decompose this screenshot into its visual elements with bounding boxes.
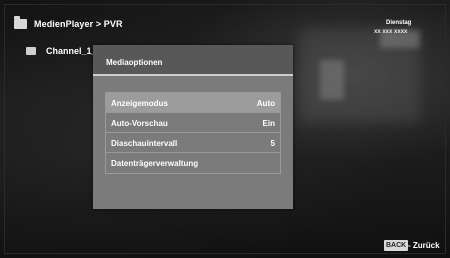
date-day: Dienstag (386, 20, 412, 26)
menu-item-label: Diaschauintervall (111, 139, 178, 148)
menu-item-value: Auto (256, 99, 275, 108)
date-value: xx xxx xxxx (374, 29, 408, 35)
dialog-divider (93, 74, 293, 76)
menu-item-anzeigemodus[interactable]: Anzeigemodus Auto (106, 93, 280, 113)
menu-item-diaschauintervall[interactable]: Diaschauintervall 5 (106, 133, 280, 153)
menu-item-value: Ein (262, 119, 275, 128)
video-file-icon (26, 47, 36, 55)
dialog-header: Mediaoptionen (93, 45, 293, 74)
back-label: - Zurück (408, 241, 440, 250)
media-options-dialog: Mediaoptionen Anzeigemodus Auto Auto-Vor… (93, 45, 293, 209)
menu-item-label: Anzeigemodus (111, 99, 168, 108)
options-menu: Anzeigemodus Auto Auto-Vorschau Ein Dias… (105, 92, 281, 174)
back-key-badge: BACK (384, 240, 409, 251)
tv-screen: MedienPlayer > PVR Dienstag xx xxx xxxx … (0, 0, 450, 258)
header-bar: MedienPlayer > PVR Dienstag xx xxx xxxx (0, 0, 450, 44)
dialog-title: Mediaoptionen (106, 58, 163, 67)
menu-item-value: 5 (270, 139, 275, 148)
folder-icon (14, 16, 27, 29)
menu-item-auto-vorschau[interactable]: Auto-Vorschau Ein (106, 113, 280, 133)
menu-item-datentraegerverwaltung[interactable]: Datenträgerverwaltung (106, 153, 280, 173)
menu-item-label: Auto-Vorschau (111, 119, 168, 128)
breadcrumb: MedienPlayer > PVR (34, 19, 123, 29)
menu-item-label: Datenträgerverwaltung (111, 159, 199, 168)
background-preview-detail (320, 60, 344, 100)
